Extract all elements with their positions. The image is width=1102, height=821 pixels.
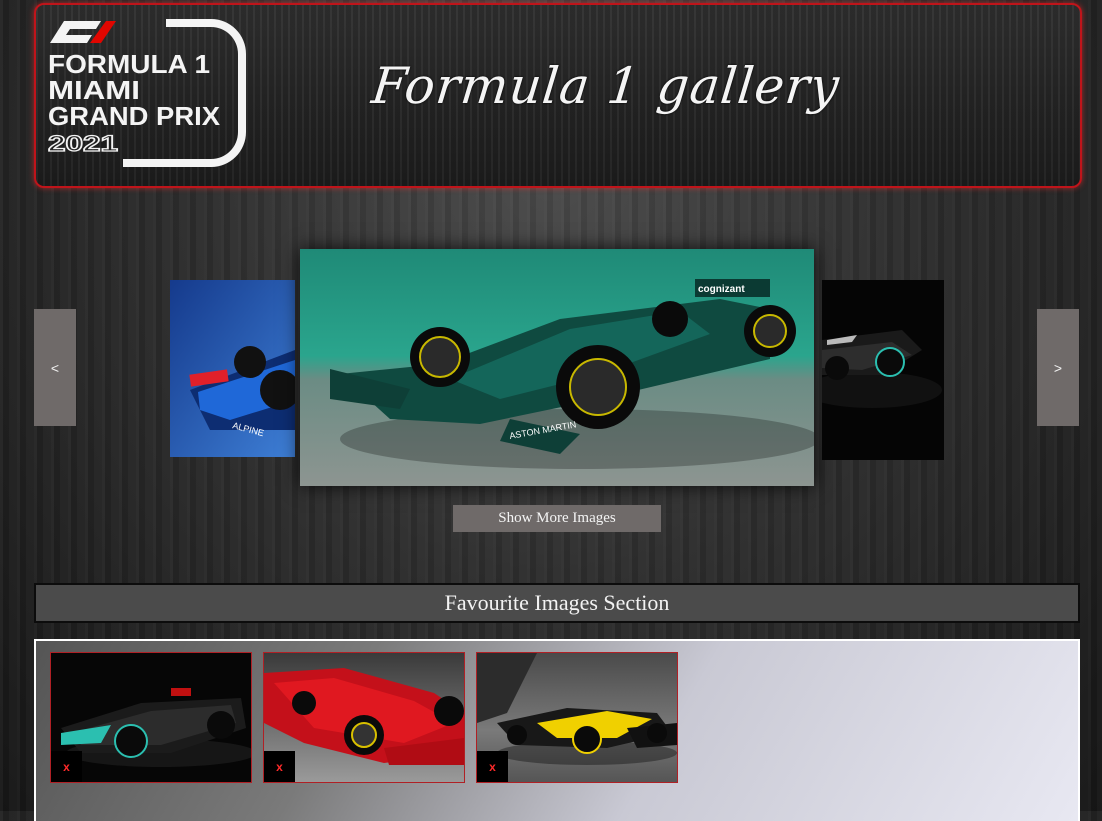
favourite-item[interactable]: x <box>50 652 252 783</box>
favourites-panel: x x x <box>34 639 1080 821</box>
remove-favourite-button[interactable]: x <box>477 751 508 782</box>
logo-year: 2021 <box>48 131 118 156</box>
logo-line3: GRAND PRIX <box>48 101 221 131</box>
next-slide-button[interactable]: > <box>1037 309 1079 426</box>
f1-miami-logo: FORMULA 1 MIAMI GRAND PRIX 2021 <box>47 19 246 167</box>
page-title: Formula 1 gallery <box>368 57 843 115</box>
prev-slide-button[interactable]: < <box>34 309 76 426</box>
favourite-item[interactable]: x <box>263 652 465 783</box>
aston-martin-car-image: cognizant ASTON MARTIN <box>300 249 814 486</box>
site-header: FORMULA 1 MIAMI GRAND PRIX 2021 Formula … <box>34 3 1082 188</box>
remove-favourite-button[interactable]: x <box>264 751 295 782</box>
carousel-slide-aston-martin[interactable]: cognizant ASTON MARTIN <box>300 249 814 486</box>
favourite-item[interactable]: x <box>476 652 678 783</box>
favourites-section-title: Favourite Images Section <box>34 583 1080 623</box>
sponsor-text: cognizant <box>698 284 745 295</box>
remove-favourite-button[interactable]: x <box>51 751 82 782</box>
carousel-slide-mercedes[interactable] <box>822 280 944 460</box>
alpine-car-image: ALPINE <box>170 280 295 457</box>
mercedes-car-image <box>822 280 944 460</box>
carousel-slide-alpine[interactable]: ALPINE <box>170 280 295 457</box>
show-more-images-button[interactable]: Show More Images <box>453 505 661 532</box>
